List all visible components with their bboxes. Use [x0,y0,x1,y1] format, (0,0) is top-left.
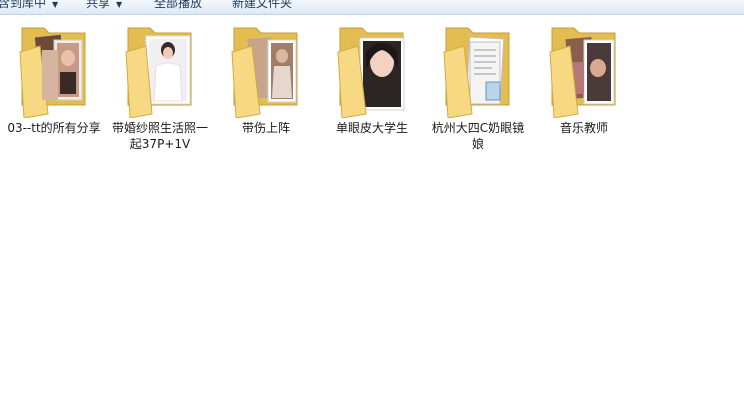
document-folder-icon [443,27,510,118]
command-bar: 包含到库中 ▼ 共享 ▼ 全部播放 新建文件夹 [0,0,744,15]
folder-name: 杭州大四C奶眼镜娘 [431,121,525,151]
photo-folder-icon [231,27,298,118]
include-in-library-label: 包含到库中 [0,0,47,10]
chevron-down-icon: ▼ [52,0,59,9]
photo-folder-icon [125,27,192,118]
include-in-library-button[interactable]: 包含到库中 ▼ [0,0,58,12]
folder-item[interactable]: 03--tt的所有分享 [6,20,102,160]
folder-item[interactable]: 带伤上阵 [218,20,314,160]
folder-name: 音乐教师 [559,121,608,135]
folder-item[interactable]: 音乐教师 [536,20,632,160]
share-label: 共享 [86,0,111,10]
play-all-button[interactable]: 全部播放 [154,0,202,12]
folder-item[interactable]: 杭州大四C奶眼镜娘 [430,20,526,160]
photo-folder-icon [549,27,616,118]
folder-name: 带婚纱照生活照一起37P+1V [112,121,209,151]
folder-item[interactable]: 单眼皮大学生 [324,20,420,160]
chevron-down-icon: ▼ [116,0,123,9]
folder-name: 带伤上阵 [241,121,290,135]
photo-folder-icon [337,27,405,118]
play-all-label: 全部播放 [154,0,203,10]
folder-name: 单眼皮大学生 [335,121,408,135]
folder-item[interactable]: 带婚纱照生活照一起37P+1V [112,20,208,160]
new-folder-button[interactable]: 新建文件夹 [232,0,292,12]
folder-name: 03--tt的所有分享 [7,121,101,135]
share-button[interactable]: 共享 ▼ [86,0,122,12]
photo-folder-icon [19,27,86,118]
new-folder-label: 新建文件夹 [232,0,293,10]
